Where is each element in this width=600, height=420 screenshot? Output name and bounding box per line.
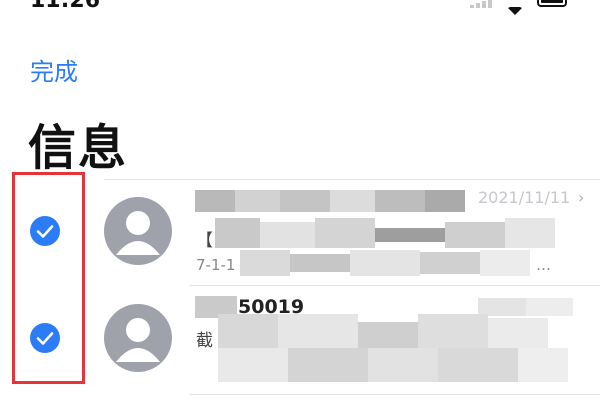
message-time: 2021/11/11 [478, 188, 571, 207]
cellular-signal-icon [470, 0, 498, 8]
row-divider [190, 394, 600, 395]
redacted-sender-name [195, 190, 465, 212]
row-divider [190, 285, 600, 286]
message-preview-prefix: 【 [196, 231, 213, 251]
done-button[interactable]: 完成 [30, 52, 78, 87]
person-avatar-icon [104, 197, 172, 265]
message-preview-ellipsis: … [536, 256, 551, 274]
redacted-preview-line [218, 314, 578, 382]
person-avatar-icon [104, 304, 172, 372]
message-preview-line2-start: 7-1-1 [196, 256, 236, 274]
checkmark-selected-icon[interactable] [30, 323, 60, 353]
page-title: 信息 [28, 120, 129, 176]
status-time: 11:26 [30, 0, 101, 13]
checkmark-selected-icon[interactable] [30, 216, 60, 246]
battery-icon [537, 0, 567, 7]
message-preview-prefix: 截 [196, 331, 213, 351]
redacted-preview-line [215, 218, 555, 248]
status-bar: 11:26 [0, 0, 600, 15]
wifi-icon [505, 0, 525, 15]
redacted-preview-line [240, 250, 530, 276]
row-divider [104, 179, 600, 180]
chevron-right-icon: › [578, 188, 585, 207]
